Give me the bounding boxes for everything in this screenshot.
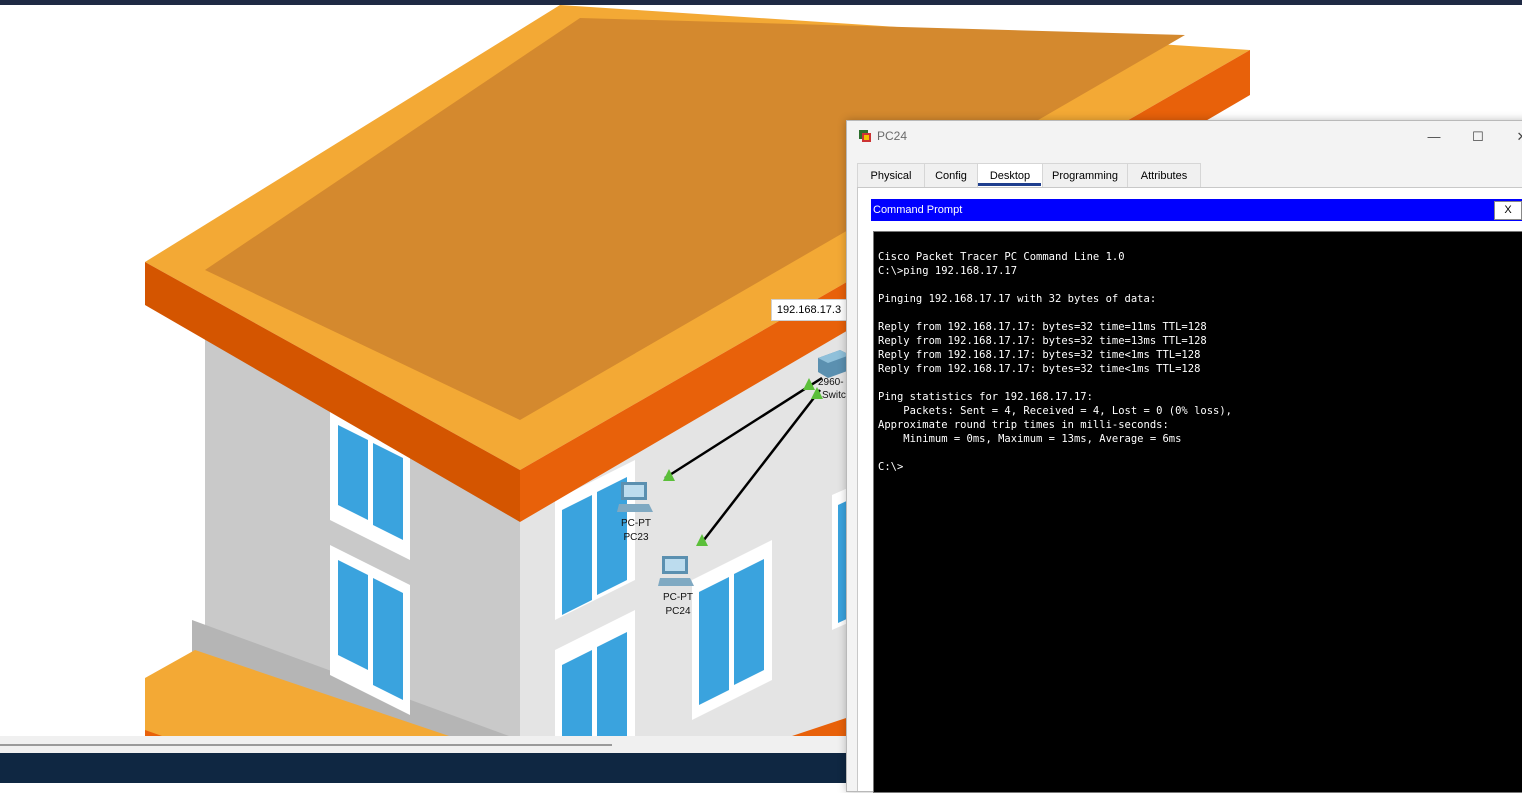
active-tab-indicator [978, 183, 1041, 186]
window-titlebar[interactable]: PC24 — ☐ ✕ [847, 121, 1522, 152]
tab-programming[interactable]: Programming [1042, 163, 1128, 187]
scrollbar-thumb[interactable] [0, 744, 612, 746]
terminal-prompt: C:\> [878, 461, 904, 473]
terminal-line: Reply from 192.168.17.17: bytes=32 time=… [878, 321, 1207, 333]
pc24-type-label: PC-PT [663, 592, 693, 603]
terminal-line: Reply from 192.168.17.17: bytes=32 time<… [878, 349, 1201, 361]
pc24-window: PC24 — ☐ ✕ Physical Config Desktop Progr… [846, 120, 1522, 793]
terminal-line: Ping statistics for 192.168.17.17: [878, 391, 1093, 403]
minimize-button[interactable]: — [1414, 125, 1454, 149]
pc23-icon[interactable] [617, 480, 653, 514]
terminal-line: Minimum = 0ms, Maximum = 13ms, Average =… [878, 433, 1182, 445]
terminal-output[interactable]: Cisco Packet Tracer PC Command Line 1.0 … [873, 231, 1522, 793]
packet-tracer-icon [859, 130, 871, 142]
tab-physical[interactable]: Physical [857, 163, 925, 187]
terminal-line: Reply from 192.168.17.17: bytes=32 time=… [878, 335, 1207, 347]
pc23-name-label: PC23 [623, 532, 649, 543]
pc24-icon[interactable] [658, 554, 694, 588]
maximize-button[interactable]: ☐ [1458, 125, 1498, 149]
pc24-name-label: PC24 [665, 606, 691, 617]
switch-model-label: 2960- [818, 377, 844, 388]
terminal-line: Cisco Packet Tracer PC Command Line 1.0 [878, 251, 1125, 263]
ip-tooltip: 192.168.17.3 [771, 299, 847, 321]
window-title: PC24 [877, 129, 908, 143]
command-prompt-header: Command Prompt X [871, 199, 1522, 221]
switch-name-label: Switc [822, 390, 846, 401]
tab-config[interactable]: Config [924, 163, 978, 187]
tab-attributes[interactable]: Attributes [1127, 163, 1201, 187]
close-button[interactable]: ✕ [1502, 125, 1522, 149]
terminal-line: C:\>ping 192.168.17.17 [878, 265, 1018, 277]
terminal-line: Reply from 192.168.17.17: bytes=32 time<… [878, 363, 1201, 375]
terminal-line: Packets: Sent = 4, Received = 4, Lost = … [878, 405, 1233, 417]
pc23-type-label: PC-PT [621, 518, 651, 529]
command-prompt-title: Command Prompt [873, 204, 963, 216]
tab-bar: Physical Config Desktop Programming Attr… [857, 163, 1522, 188]
terminal-line: Approximate round trip times in milli-se… [878, 419, 1169, 431]
terminal-line: Pinging 192.168.17.17 with 32 bytes of d… [878, 293, 1157, 305]
command-prompt-close-button[interactable]: X [1494, 201, 1522, 220]
